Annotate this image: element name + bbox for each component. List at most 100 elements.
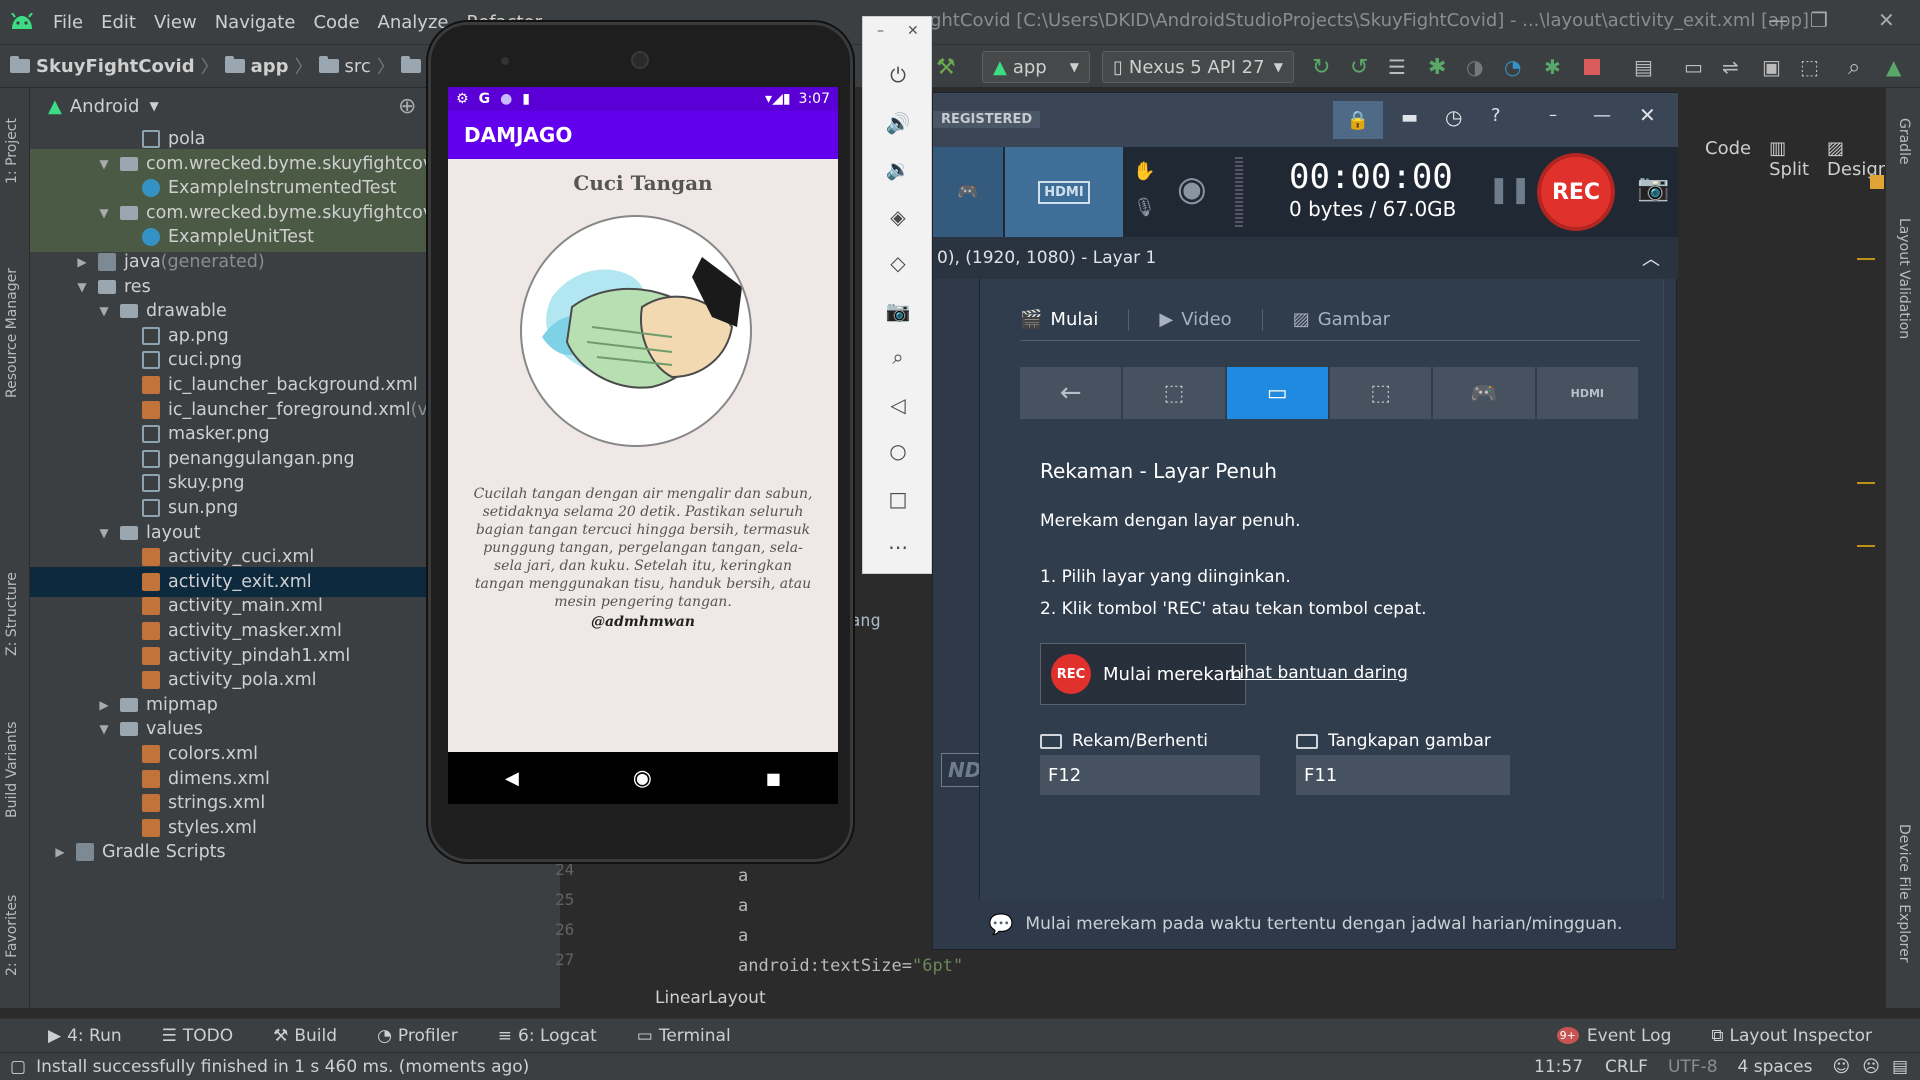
back-arrow-icon[interactable]: ← <box>1020 367 1122 419</box>
menu-edit[interactable]: Edit <box>92 12 145 33</box>
status-message[interactable]: Install successfully finished in 1 s 460… <box>36 1057 529 1077</box>
screenshot-camera-icon[interactable]: 📷 <box>1637 173 1669 203</box>
event-log-button[interactable]: 9+ Event Log <box>1556 1026 1671 1046</box>
todo-tool-button[interactable]: ☰ TODO <box>162 1026 234 1046</box>
design-mode-button[interactable]: ▨ Design <box>1827 138 1889 180</box>
menu-navigate[interactable]: Navigate <box>206 12 305 33</box>
bandicam-minimize-icon[interactable]: — <box>1593 105 1611 126</box>
coverage-icon[interactable]: ◑ <box>1466 53 1483 81</box>
emulator-close-icon[interactable]: ✕ <box>907 23 919 39</box>
volume-up-icon[interactable]: 🔊 <box>863 103 933 143</box>
code-line[interactable]: a <box>738 866 748 886</box>
minimize-icon[interactable]: — <box>1768 8 1788 32</box>
chevron-down-icon[interactable]: ▼ <box>149 99 158 113</box>
breadcrumb-src[interactable]: src <box>345 56 371 77</box>
restore-icon[interactable]: ❐ <box>1810 8 1828 32</box>
locate-icon[interactable]: ⊕ <box>398 94 416 119</box>
build-tool-button[interactable]: ⚒ Build <box>273 1026 337 1046</box>
apply-code-changes-icon[interactable]: ↺ <box>1350 53 1368 81</box>
editor-breadcrumb[interactable]: LinearLayout <box>655 988 766 1008</box>
schedule-hint[interactable]: 💬 Mulai merekam pada waktu tertentu deng… <box>933 899 1678 949</box>
tab-gambar[interactable]: ▨ Gambar <box>1293 309 1390 330</box>
code-line-27[interactable]: android:textSize="6pt" <box>738 956 963 976</box>
home-icon[interactable]: ○ <box>863 431 933 471</box>
more-icon[interactable]: ⋯ <box>863 527 933 567</box>
tab-device-file-explorer[interactable]: Device File Explorer <box>1896 824 1912 963</box>
bandicam-menu-icon[interactable]: – <box>1549 105 1557 124</box>
search-icon[interactable]: ⌕ <box>1848 53 1860 81</box>
build-hammer-icon[interactable]: ⚒ <box>936 53 956 81</box>
nav-overview-icon[interactable]: ■ <box>766 769 781 788</box>
menu-view[interactable]: View <box>145 12 206 33</box>
collapsed-chevron-icon[interactable]: ▶ <box>74 255 90 269</box>
expanded-chevron-icon[interactable]: ▼ <box>96 206 112 220</box>
profiler-tool-button[interactable]: ◔ Profiler <box>377 1026 458 1046</box>
tab-structure[interactable]: Z: Structure <box>4 572 20 656</box>
tab-project[interactable]: 1: Project <box>4 118 20 184</box>
help-icon[interactable]: ? <box>1491 105 1501 126</box>
code-mode-button[interactable]: Code <box>1705 138 1751 180</box>
layout-inspector-button[interactable]: ⧉ Layout Inspector <box>1711 1026 1872 1046</box>
breadcrumb-project[interactable]: SkuyFightCovid <box>36 56 195 77</box>
emulator-minimize-icon[interactable]: – <box>877 23 884 39</box>
window-select-icon[interactable]: ⬚ <box>1123 367 1225 419</box>
microphone-icon[interactable]: 🎙 <box>1133 197 1156 218</box>
expanded-chevron-icon[interactable]: ▼ <box>96 722 112 736</box>
expanded-chevron-icon[interactable]: ▼ <box>96 304 112 318</box>
debug-bug-icon[interactable]: ✱ <box>1428 53 1446 81</box>
code-line[interactable]: a <box>738 896 748 916</box>
code-line[interactable]: a <box>738 926 748 946</box>
profiler-icon[interactable]: ◔ <box>1504 53 1521 81</box>
start-recording-button[interactable]: REC Mulai merekam <box>1040 643 1246 705</box>
project-view-select[interactable]: Android <box>70 96 140 117</box>
volume-down-icon[interactable]: 🔉 <box>863 149 933 189</box>
avd-manager-icon[interactable]: ▭ <box>1684 53 1703 81</box>
emulator-screen[interactable]: ⚙ G ● ▮ ▾◢▮ 3:07 DAMJAGO Cuci Tangan Cuc… <box>448 87 838 802</box>
run-list-icon[interactable]: ☰ <box>1388 53 1406 81</box>
hotkey-record-field[interactable]: F12 <box>1040 755 1260 795</box>
overview-icon[interactable]: □ <box>863 479 933 519</box>
split-mode-button[interactable]: ▥ Split <box>1769 138 1809 180</box>
notification-icon[interactable]: ▤ <box>1892 1057 1908 1077</box>
bandicam-close-icon[interactable]: ✕ <box>1639 103 1656 127</box>
logcat-tool-button[interactable]: ≡ 6: Logcat <box>498 1026 597 1046</box>
file-encoding[interactable]: UTF-8 <box>1668 1057 1718 1077</box>
device-manager-icon[interactable]: ▣ <box>1762 53 1781 81</box>
run-tool-button[interactable]: ▶ 4: Run <box>48 1026 122 1046</box>
lock-icon[interactable]: 🔒 <box>1333 101 1383 139</box>
menu-file[interactable]: File <box>44 12 92 33</box>
expanded-chevron-icon[interactable]: ▼ <box>74 280 90 294</box>
collapsed-chevron-icon[interactable]: ▶ <box>52 845 68 859</box>
close-icon[interactable]: ✕ <box>1878 8 1895 32</box>
caret-position[interactable]: 11:57 <box>1534 1057 1583 1077</box>
tab-mulai[interactable]: 🎬 Mulai <box>1020 308 1130 331</box>
game-icon[interactable]: 🎮 <box>1433 367 1535 419</box>
zoom-icon[interactable]: ⌕ <box>863 337 933 377</box>
warning-marker[interactable] <box>1870 175 1884 189</box>
online-help-link[interactable]: Lihat bantuan daring <box>1230 663 1408 683</box>
webcam-icon[interactable]: ◉ <box>1177 169 1207 209</box>
camera-icon[interactable]: 📷 <box>863 291 933 331</box>
device-select[interactable]: ▯ Nexus 5 API 27 ▼ <box>1102 51 1294 83</box>
fullscreen-icon[interactable]: ▭ <box>1226 367 1328 419</box>
rec-button[interactable]: REC <box>1537 153 1615 231</box>
nav-home-icon[interactable]: ◉ <box>633 766 652 791</box>
line-separator[interactable]: CRLF <box>1605 1057 1648 1077</box>
clock-icon[interactable]: ◷ <box>1445 105 1462 129</box>
apply-changes-icon[interactable]: ↻ <box>1312 53 1330 81</box>
status-toggle-icon[interactable]: ▢ <box>10 1057 26 1077</box>
gradle-sync-icon[interactable]: ⬚ <box>1800 53 1819 81</box>
expanded-chevron-icon[interactable]: ▼ <box>96 526 112 540</box>
collapse-chevron-icon[interactable]: ︿ <box>1642 245 1660 271</box>
expanded-chevron-icon[interactable]: ▼ <box>96 157 112 171</box>
assistant-icon[interactable]: ▲ <box>1886 53 1901 81</box>
hdmi-icon[interactable]: HDMI <box>1536 367 1638 419</box>
menu-code[interactable]: Code <box>304 12 368 33</box>
pause-icon[interactable]: ❚❚ <box>1488 175 1532 205</box>
terminal-tool-button[interactable]: ▭ Terminal <box>637 1026 731 1046</box>
attach-debugger-icon[interactable]: ✱ <box>1544 53 1561 81</box>
stop-icon[interactable] <box>1584 53 1600 81</box>
hotkey-capture-field[interactable]: F11 <box>1296 755 1510 795</box>
indent-setting[interactable]: 4 spaces <box>1738 1057 1813 1077</box>
cursor-icon[interactable]: ✋ <box>1133 161 1155 182</box>
